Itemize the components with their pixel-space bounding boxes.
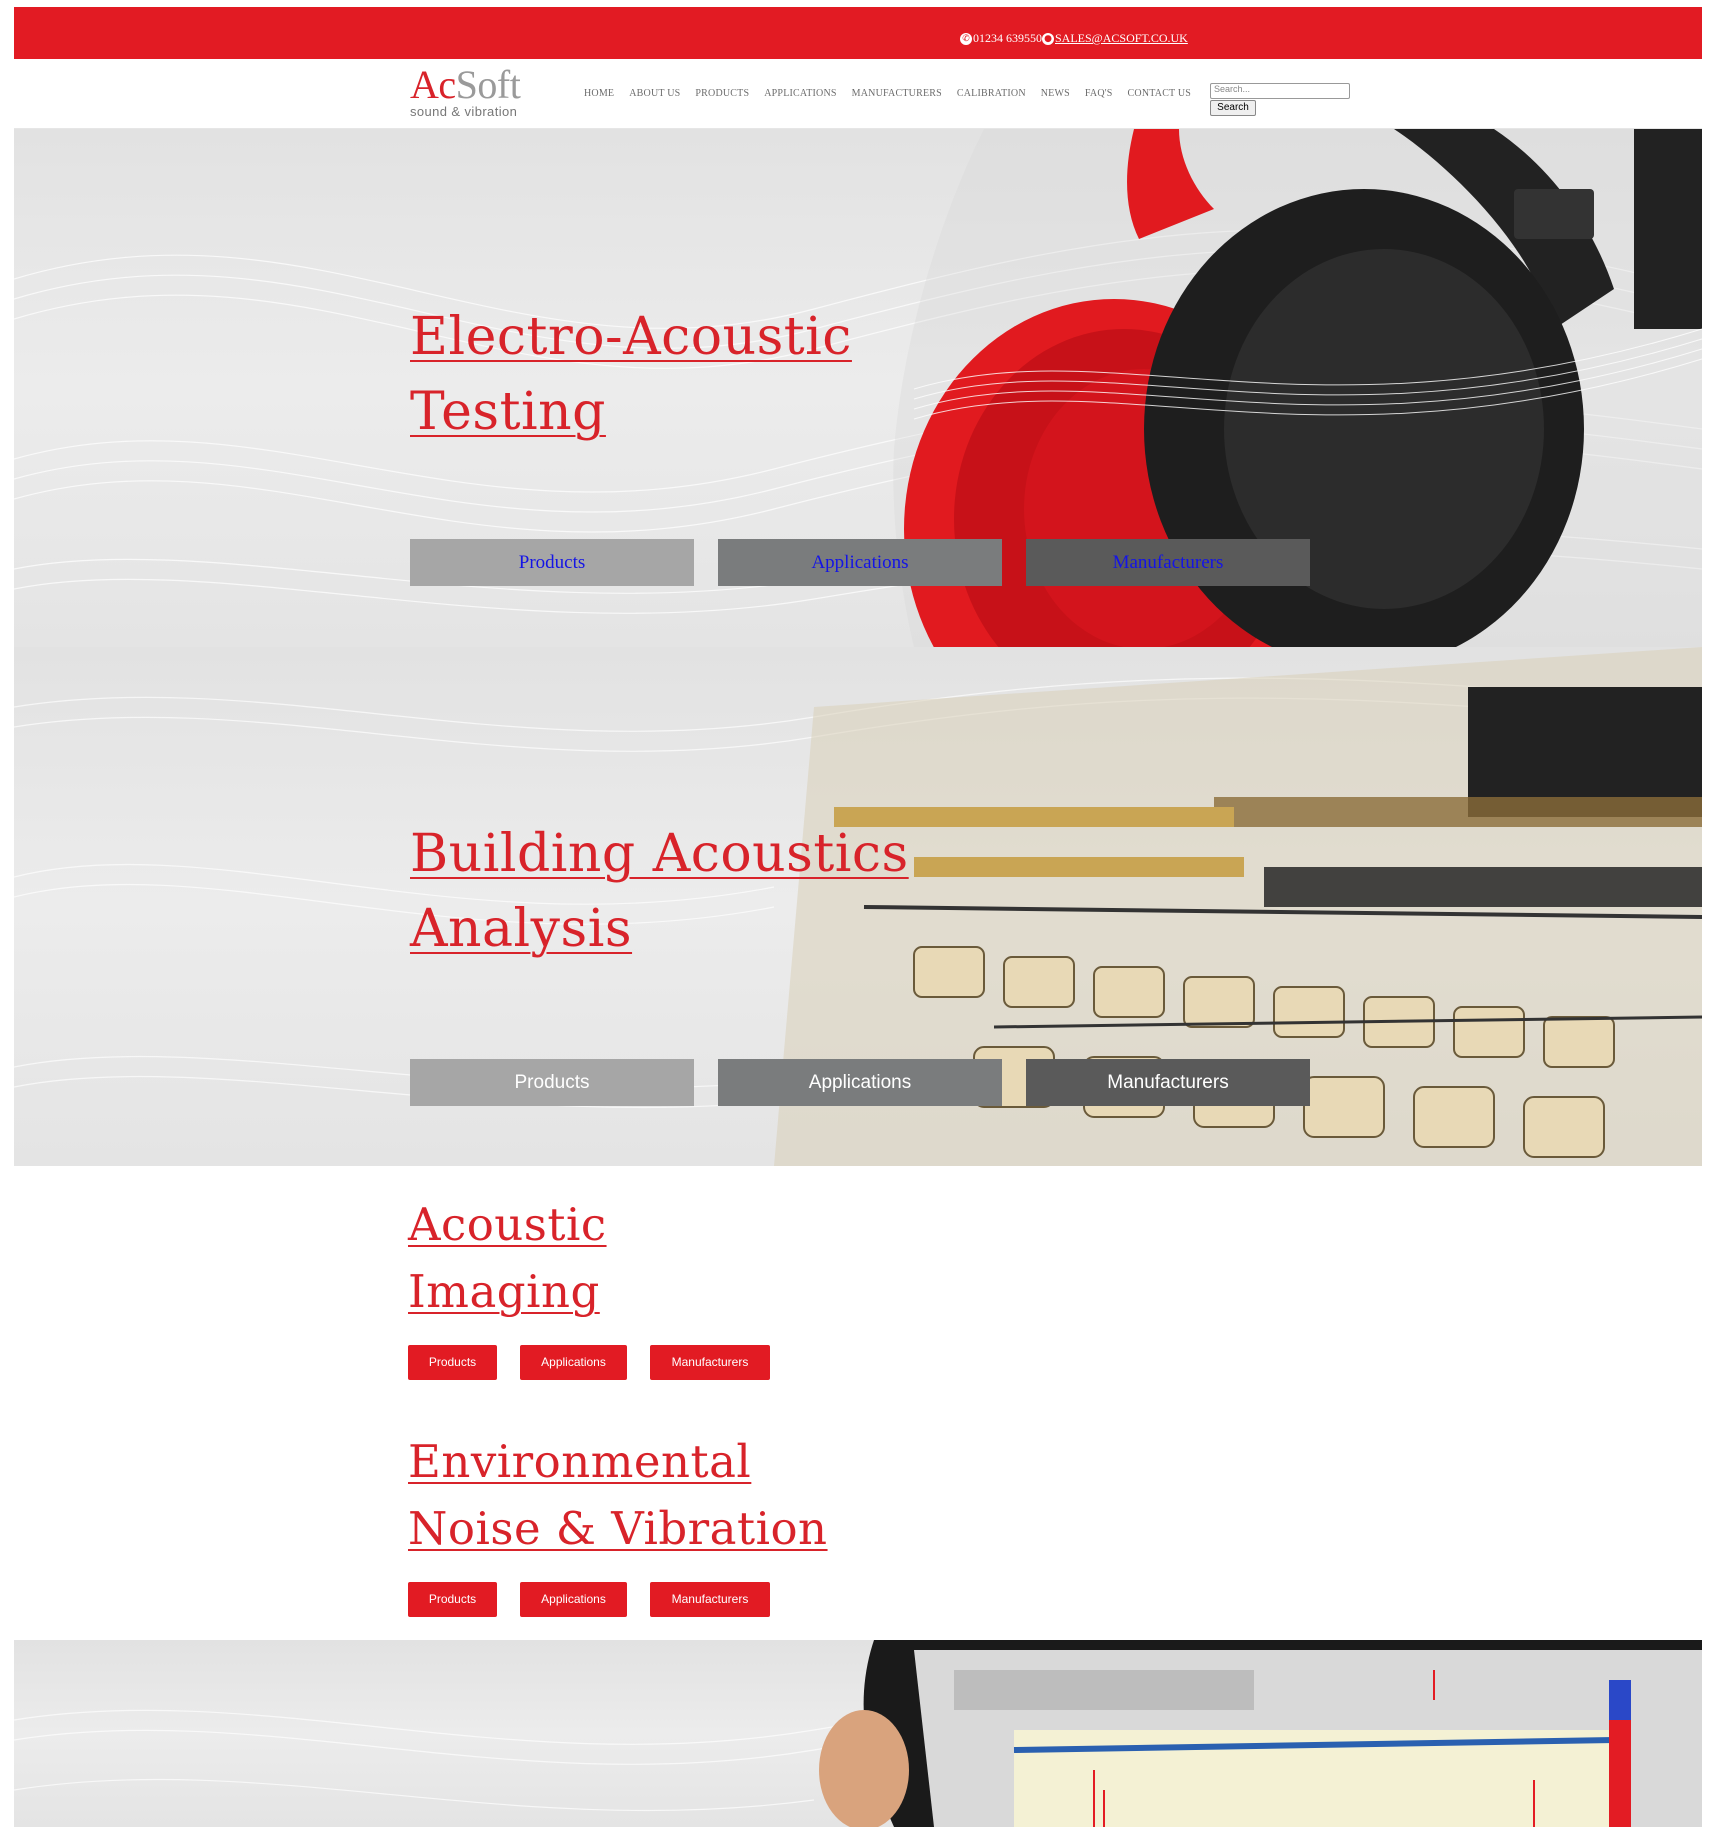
title-line-1: Building Acoustics: [410, 824, 909, 884]
title-line-2: Noise & Vibration: [408, 1502, 828, 1555]
applications-button[interactable]: Applications: [520, 1582, 627, 1617]
tablet-background-image: [14, 1640, 1702, 1827]
acsoft-logo[interactable]: AcSoft sound & vibration: [410, 65, 521, 120]
manufacturers-button[interactable]: Manufacturers: [1026, 1059, 1310, 1106]
tablet-image: [819, 1640, 1702, 1827]
button-row: Products Applications Manufacturers: [410, 1059, 1310, 1106]
hero-building-acoustics: Building Acoustics Analysis Products Appl…: [14, 647, 1702, 1166]
nav-contact-us[interactable]: CONTACT US: [1128, 88, 1192, 99]
manufacturers-button[interactable]: Manufacturers: [1026, 539, 1310, 586]
title-line-1: Electro-Acoustic: [410, 307, 852, 367]
manufacturers-button[interactable]: Manufacturers: [650, 1582, 770, 1617]
globe-icon: ●: [1042, 32, 1054, 45]
search-input[interactable]: Search...: [1210, 83, 1350, 99]
applications-button[interactable]: Applications: [718, 539, 1002, 586]
logo-wordmark: AcSoft: [410, 65, 521, 105]
nav-faqs[interactable]: FAQ'S: [1085, 88, 1113, 99]
hero-electro-acoustic: Electro-Acoustic Testing Products Applica…: [14, 129, 1702, 647]
nav-home[interactable]: HOME: [584, 88, 614, 99]
section-title-building-acoustics[interactable]: Building Acoustics Analysis: [410, 817, 909, 967]
section-title-electro-acoustic[interactable]: Electro-Acoustic Testing: [410, 300, 852, 450]
nav-manufacturers[interactable]: MANUFACTURERS: [852, 88, 942, 99]
phone-icon: ✆: [960, 32, 972, 45]
section-title-acoustic-imaging[interactable]: Acoustic Imaging: [408, 1191, 607, 1325]
acoustic-imaging-buttons: Products Applications Manufacturers: [408, 1345, 770, 1380]
hero-tablet-software: [14, 1640, 1702, 1827]
applications-button[interactable]: Applications: [718, 1059, 1002, 1106]
nav-news[interactable]: NEWS: [1041, 88, 1070, 99]
main-nav: HOME ABOUT US PRODUCTS APPLICATIONS MANU…: [584, 88, 1191, 99]
nav-about-us[interactable]: ABOUT US: [629, 88, 680, 99]
email-link[interactable]: SALES@ACSOFT.CO.UK: [1055, 31, 1188, 46]
environmental-noise-buttons: Products Applications Manufacturers: [408, 1582, 770, 1617]
nav-applications[interactable]: APPLICATIONS: [764, 88, 836, 99]
button-row: Products Applications Manufacturers: [410, 539, 1310, 586]
logo-ac: Ac: [410, 62, 456, 107]
top-contact-bar: ✆ 01234 639550 ● SALES@ACSOFT.CO.UK: [14, 7, 1702, 59]
nav-calibration[interactable]: CALIBRATION: [957, 88, 1026, 99]
title-line-2: Analysis: [410, 899, 633, 959]
products-button[interactable]: Products: [410, 1059, 694, 1106]
page: ✆ 01234 639550 ● SALES@ACSOFT.CO.UK AcSo…: [0, 0, 1712, 1827]
site-header: AcSoft sound & vibration HOME ABOUT US P…: [14, 59, 1702, 129]
title-line-1: Environmental: [408, 1435, 752, 1488]
products-button[interactable]: Products: [408, 1345, 497, 1380]
logo-soft: Soft: [455, 62, 521, 107]
logo-tagline: sound & vibration: [410, 104, 518, 119]
products-button[interactable]: Products: [410, 539, 694, 586]
nav-products[interactable]: PRODUCTS: [695, 88, 749, 99]
section-title-environmental-noise[interactable]: Environmental Noise & Vibration: [408, 1428, 828, 1562]
title-line-1: Acoustic: [408, 1198, 607, 1251]
search-button[interactable]: Search: [1210, 100, 1256, 116]
contact-info: ✆ 01234 639550 ● SALES@ACSOFT.CO.UK: [960, 31, 1188, 46]
phone-number[interactable]: 01234 639550: [973, 31, 1042, 46]
title-line-2: Imaging: [408, 1265, 600, 1318]
manufacturers-button[interactable]: Manufacturers: [650, 1345, 770, 1380]
applications-button[interactable]: Applications: [520, 1345, 627, 1380]
title-line-2: Testing: [410, 382, 606, 442]
products-button[interactable]: Products: [408, 1582, 497, 1617]
